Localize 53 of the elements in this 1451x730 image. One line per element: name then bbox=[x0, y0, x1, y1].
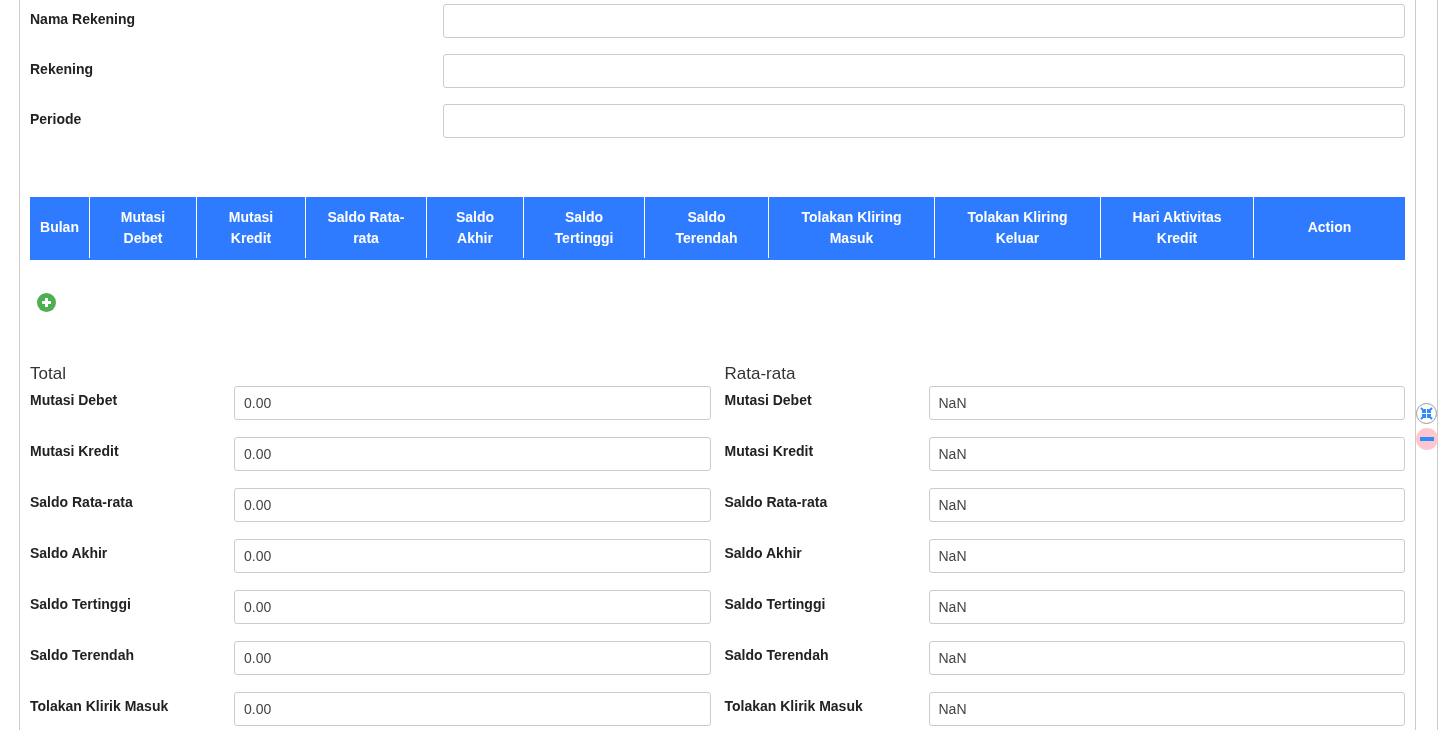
field-label: Mutasi Debet bbox=[724, 391, 813, 410]
input-field[interactable]: 0.00 bbox=[234, 590, 711, 624]
collapse-button[interactable] bbox=[1416, 403, 1437, 424]
column-header: Saldo Tertinggi bbox=[523, 197, 644, 258]
input-field[interactable]: NaN bbox=[928, 539, 1405, 573]
field-label: Saldo Terendah bbox=[724, 646, 830, 665]
input-field[interactable]: 0.00 bbox=[234, 692, 711, 726]
field-label: Saldo Akhir bbox=[724, 544, 803, 563]
field-label: Nama Rekening bbox=[30, 10, 137, 29]
collapse-arrows-icon bbox=[1420, 407, 1433, 420]
field-label: Rekening bbox=[30, 60, 94, 79]
input-field[interactable]: NaN bbox=[928, 437, 1405, 471]
field-label: Mutasi Debet bbox=[30, 391, 119, 410]
field-label: Tolakan Klirik Masuk bbox=[30, 697, 170, 716]
input-field[interactable]: 0.00 bbox=[234, 386, 711, 420]
column-header: Saldo Terendah bbox=[644, 197, 768, 258]
field-label: Saldo Rata-rata bbox=[30, 493, 134, 512]
field-label: Tolakan Klirik Masuk bbox=[724, 697, 864, 716]
column-header: Tolakan Kliring Keluar bbox=[934, 197, 1100, 258]
field-label: Saldo Rata-rata bbox=[724, 493, 829, 512]
plus-icon bbox=[41, 297, 52, 308]
column-header: Mutasi Debet bbox=[89, 197, 196, 258]
input-field[interactable] bbox=[443, 104, 1405, 138]
input-field[interactable]: NaN bbox=[928, 386, 1405, 420]
input-field[interactable]: 0.00 bbox=[234, 437, 711, 471]
minus-icon bbox=[1419, 437, 1434, 441]
add-row-button[interactable] bbox=[37, 293, 56, 312]
column-header: Action bbox=[1253, 197, 1405, 258]
input-field[interactable]: 0.00 bbox=[234, 488, 711, 522]
input-field[interactable]: NaN bbox=[928, 488, 1405, 522]
column-header: Saldo Rata-rata bbox=[305, 197, 426, 258]
field-label: Saldo Terendah bbox=[30, 646, 135, 665]
field-label: Periode bbox=[30, 110, 83, 129]
field-label: Saldo Tertinggi bbox=[724, 595, 827, 614]
input-field[interactable]: 0.00 bbox=[234, 641, 711, 675]
column-header: Hari Aktivitas Kredit bbox=[1100, 197, 1253, 258]
column-header: Saldo Akhir bbox=[426, 197, 523, 258]
field-label: Saldo Tertinggi bbox=[30, 595, 132, 614]
field-label: Mutasi Kredit bbox=[724, 442, 815, 461]
input-field[interactable]: NaN bbox=[928, 692, 1405, 726]
section-title: Total bbox=[30, 364, 67, 384]
column-header: Mutasi Kredit bbox=[196, 197, 305, 258]
input-field[interactable]: NaN bbox=[928, 641, 1405, 675]
column-header: Bulan bbox=[39, 218, 80, 237]
field-label: Saldo Akhir bbox=[30, 544, 109, 563]
field-label: Mutasi Kredit bbox=[30, 442, 120, 461]
column-header: Tolakan Kliring Masuk bbox=[768, 197, 934, 258]
section-title: Rata-rata bbox=[724, 364, 797, 384]
input-field[interactable] bbox=[443, 54, 1405, 88]
input-field[interactable] bbox=[443, 4, 1405, 38]
remove-button[interactable] bbox=[1415, 428, 1438, 450]
input-field[interactable]: NaN bbox=[928, 590, 1405, 624]
input-field[interactable]: 0.00 bbox=[234, 539, 711, 573]
